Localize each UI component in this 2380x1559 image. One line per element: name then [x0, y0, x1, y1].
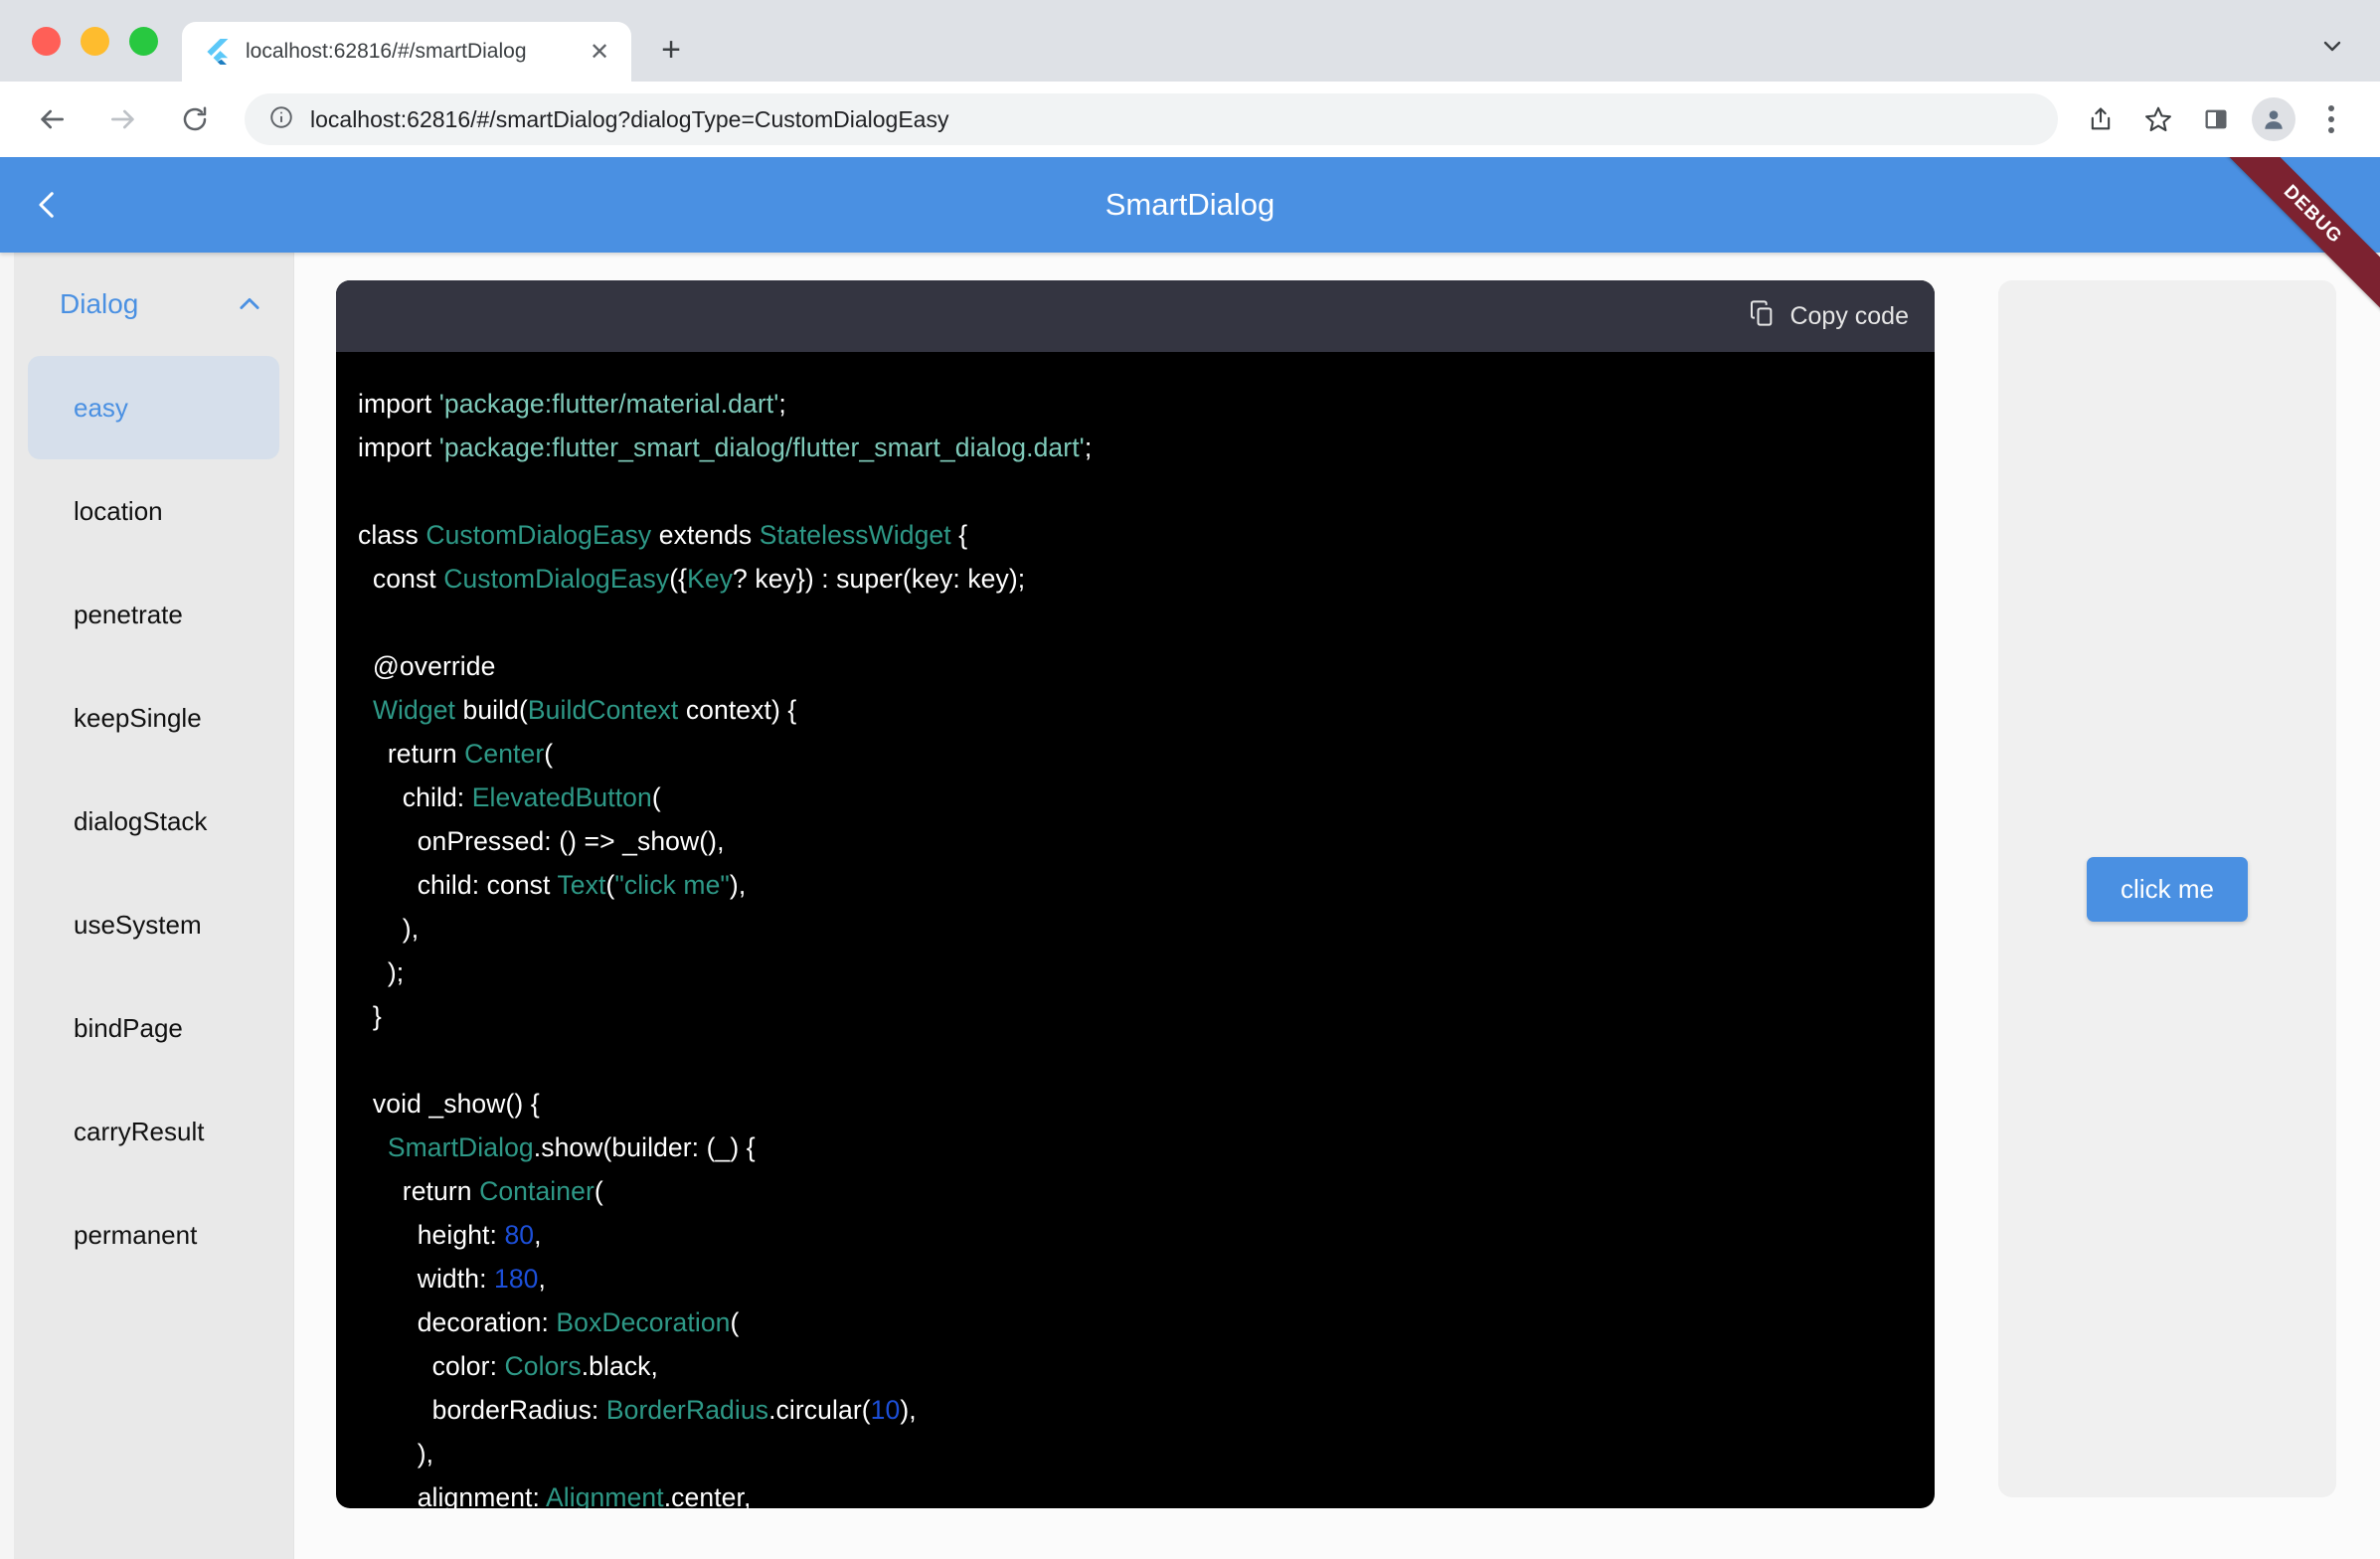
page-title: SmartDialog	[1105, 187, 1275, 222]
back-arrow-icon[interactable]	[24, 91, 80, 147]
copy-code-button[interactable]: Copy code	[1748, 299, 1909, 334]
sidebar-group-label: Dialog	[60, 288, 139, 319]
code-text: import 'package:flutter/material.dart'; …	[358, 389, 1093, 1508]
sidebar-item-location[interactable]: location	[28, 459, 279, 563]
sidebar-item-label: penetrate	[74, 599, 183, 629]
profile-avatar-icon[interactable]	[2247, 92, 2300, 146]
kebab-dots	[2328, 105, 2334, 133]
chevron-down-icon[interactable]	[2320, 34, 2344, 58]
sidebar-item-label: location	[74, 495, 163, 526]
side-panel-icon[interactable]	[2189, 92, 2243, 146]
sidebar-item-easy[interactable]: easy	[28, 356, 279, 459]
close-tab-button[interactable]: ✕	[582, 34, 617, 70]
address-bar[interactable]: localhost:62816/#/smartDialog?dialogType…	[245, 93, 2058, 145]
sidebar-item-label: bindPage	[74, 1012, 183, 1043]
code-body[interactable]: import 'package:flutter/material.dart'; …	[336, 352, 1935, 1508]
sidebar-item-label: keepSingle	[74, 702, 202, 733]
sidebar-item-usesystem[interactable]: useSystem	[28, 873, 279, 976]
flutter-icon	[204, 38, 232, 66]
code-card-header: Copy code	[336, 280, 1935, 352]
sidebar-item-permanent[interactable]: permanent	[28, 1183, 279, 1287]
three-dot-menu-icon[interactable]	[2304, 92, 2358, 146]
click-me-button[interactable]: click me	[2087, 856, 2248, 922]
maximize-window-button[interactable]	[129, 27, 158, 56]
page-viewport: SmartDialog DEBUG Dialog easy location p…	[0, 157, 2380, 1559]
minimize-window-button[interactable]	[81, 27, 109, 56]
browser-window: localhost:62816/#/smartDialog ✕ + localh…	[0, 0, 2380, 1559]
preview-column: click me	[1976, 280, 2380, 1559]
sidebar-item-penetrate[interactable]: penetrate	[28, 563, 279, 666]
browser-tab-title: localhost:62816/#/smartDialog	[246, 40, 527, 63]
reload-icon[interactable]	[167, 91, 223, 147]
browser-tab[interactable]: localhost:62816/#/smartDialog ✕	[182, 22, 631, 82]
app-bar: SmartDialog DEBUG	[0, 157, 2380, 319]
sidebar: Dialog easy location penetrate keepSingl…	[0, 253, 294, 1559]
chevron-left-icon[interactable]	[0, 157, 95, 253]
address-bar-url: localhost:62816/#/smartDialog?dialogType…	[310, 105, 949, 132]
sidebar-item-label: permanent	[74, 1219, 198, 1250]
sidebar-item-label: carryResult	[74, 1116, 205, 1146]
sidebar-item-dialogstack[interactable]: dialogStack	[28, 770, 279, 873]
sidebar-inner: Dialog easy location penetrate keepSingl…	[14, 253, 293, 1559]
star-icon[interactable]	[2131, 92, 2185, 146]
preview-panel: click me	[1998, 280, 2336, 1497]
code-card: Copy code import 'package:flutter/materi…	[336, 280, 1935, 1508]
main-content: Copy code import 'package:flutter/materi…	[294, 253, 2380, 1559]
avatar	[2252, 97, 2295, 141]
page-body: Dialog easy location penetrate keepSingl…	[0, 253, 2380, 1559]
copy-code-label: Copy code	[1789, 301, 1909, 330]
sidebar-item-carryresult[interactable]: carryResult	[28, 1080, 279, 1183]
code-column: Copy code import 'package:flutter/materi…	[294, 280, 1976, 1559]
sidebar-item-label: dialogStack	[74, 805, 208, 836]
browser-toolbar: localhost:62816/#/smartDialog?dialogType…	[0, 82, 2380, 157]
share-icon[interactable]	[2074, 92, 2127, 146]
info-circle-icon[interactable]	[268, 104, 294, 135]
sidebar-group-dialog[interactable]: Dialog	[14, 274, 293, 334]
sidebar-item-bindpage[interactable]: bindPage	[28, 976, 279, 1080]
sidebar-item-label: useSystem	[74, 909, 202, 940]
window-traffic-lights	[0, 27, 182, 82]
chevron-up-icon[interactable]	[236, 290, 263, 318]
toolbar-actions	[2074, 92, 2358, 146]
new-tab-button[interactable]: +	[645, 24, 697, 76]
sidebar-item-label: easy	[74, 392, 128, 423]
close-window-button[interactable]	[32, 27, 61, 56]
copy-icon	[1748, 299, 1776, 334]
browser-tab-strip: localhost:62816/#/smartDialog ✕ +	[0, 0, 2380, 82]
forward-arrow-icon[interactable]	[95, 91, 151, 147]
sidebar-item-keepsingle[interactable]: keepSingle	[28, 666, 279, 770]
